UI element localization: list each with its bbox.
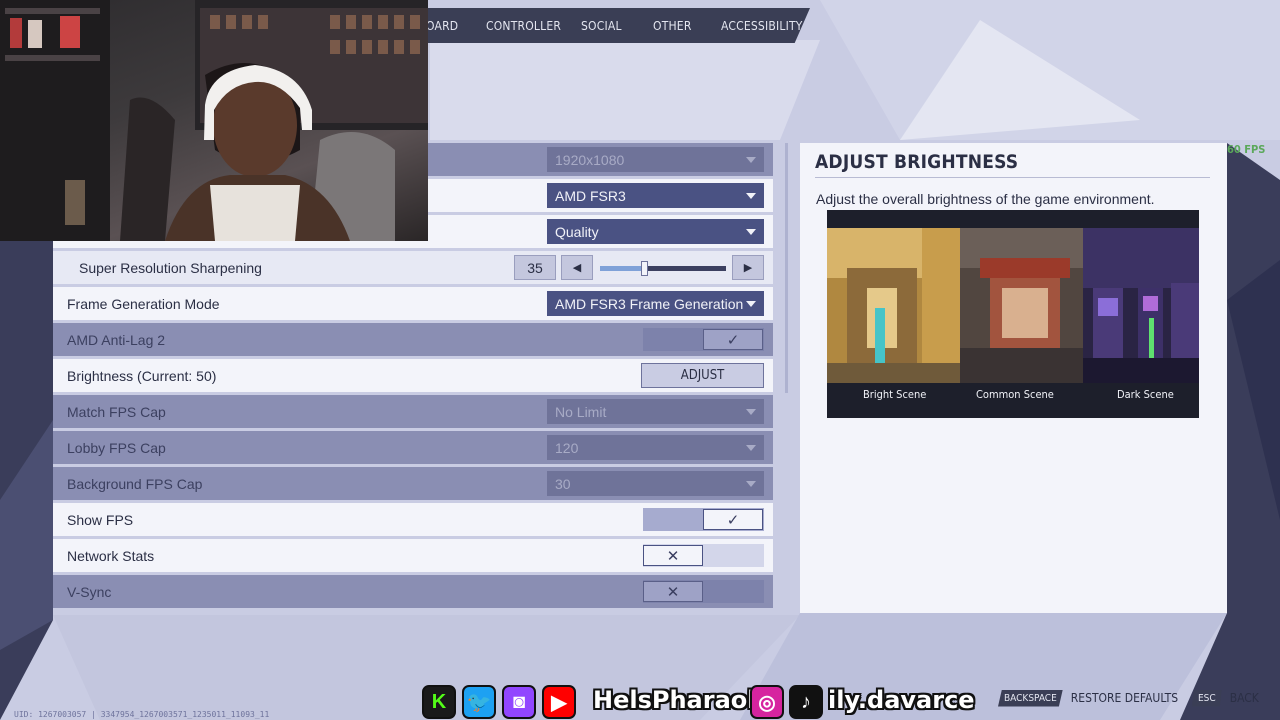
quality-dropdown[interactable]: Quality: [547, 219, 764, 244]
slider-thumb[interactable]: [641, 261, 649, 276]
sharpening-value[interactable]: 35: [514, 255, 556, 280]
backspace-key: BACKSPACE: [998, 689, 1063, 707]
lobby-fps-label: Lobby FPS Cap: [67, 439, 166, 456]
match-fps-dropdown[interactable]: No Limit: [547, 399, 764, 424]
brightness-label: Brightness (Current: 50): [67, 367, 217, 384]
brightness-panel: ADJUST BRIGHTNESS Adjust the overall bri…: [800, 143, 1227, 613]
chevron-down-icon: [746, 409, 756, 415]
setting-frame-gen: Frame Generation Mode AMD FSR3 Frame Gen…: [53, 287, 773, 320]
instagram-icon: ◎: [750, 685, 784, 719]
back-label: BACK: [1229, 691, 1259, 705]
webcam-overlay: [0, 0, 428, 241]
triangle-left-icon: ◀: [572, 262, 582, 274]
setting-match-fps: Match FPS Cap No Limit: [53, 395, 773, 428]
network-stats-toggle[interactable]: ✕: [643, 544, 764, 567]
divider: [815, 177, 1210, 178]
vsync-toggle[interactable]: ✕: [643, 580, 764, 603]
streamer-image: [0, 0, 428, 241]
show-fps-toggle[interactable]: ✓: [643, 508, 764, 531]
frame-gen-label: Frame Generation Mode: [67, 295, 220, 312]
tiktok-icon: ♪: [789, 685, 823, 719]
esc-key: ESC: [1192, 689, 1222, 707]
twitch-icon: ◙: [502, 685, 536, 719]
setting-brightness: Brightness (Current: 50) ADJUST: [53, 359, 773, 392]
settings-scrollbar[interactable]: [785, 143, 788, 393]
setting-sharpening: Super Resolution Sharpening 35 ◀ ▶: [53, 251, 773, 284]
restore-defaults-label: RESTORE DEFAULTS: [1070, 691, 1179, 705]
upscaler-dropdown[interactable]: AMD FSR3: [547, 183, 764, 208]
tab-accessibility[interactable]: ACCESSIBILITY: [721, 19, 803, 33]
kick-icon: K: [422, 685, 456, 719]
sharpening-slider[interactable]: [600, 261, 726, 276]
chevron-down-icon: [746, 481, 756, 487]
chevron-down-icon: [746, 193, 756, 199]
twitter-icon: 🐦: [462, 685, 496, 719]
adjust-brightness-button[interactable]: ADJUST: [641, 363, 764, 388]
dark-scene-label: Dark Scene: [1117, 388, 1174, 401]
slider-fill: [600, 266, 645, 271]
restore-defaults-hint[interactable]: BACKSPACE RESTORE DEFAULTS: [998, 688, 1178, 708]
tab-controller[interactable]: CONTROLLER: [486, 19, 561, 33]
background-fps-label: Background FPS Cap: [67, 475, 203, 492]
dark-scene-image: [1083, 228, 1199, 383]
social-overlay: K 🐦 ◙ ▶ HelsPharaoh ◎ ♪ ily.davarce: [420, 682, 975, 720]
chevron-down-icon: [746, 229, 756, 235]
check-icon: ✓: [703, 329, 763, 350]
show-fps-label: Show FPS: [67, 511, 134, 528]
chevron-down-icon: [746, 301, 756, 307]
anti-lag-toggle[interactable]: ✓: [643, 328, 764, 351]
panel-description: Adjust the overall brightness of the gam…: [816, 191, 1155, 207]
cross-icon: ✕: [643, 545, 703, 566]
triangle-right-icon: ▶: [743, 262, 753, 274]
footer-id: UID: 1267003057 | 3347954_1267003571_123…: [14, 710, 270, 719]
frame-gen-dropdown[interactable]: AMD FSR3 Frame Generation: [547, 291, 764, 316]
common-scene-label: Common Scene: [976, 388, 1054, 401]
tab-keyboard[interactable]: OARD: [426, 19, 458, 33]
tab-other[interactable]: OTHER: [653, 19, 692, 33]
chevron-down-icon: [746, 445, 756, 451]
setting-vsync: V-Sync ✕: [53, 575, 773, 608]
chevron-down-icon: [746, 157, 756, 163]
sharpening-label: Super Resolution Sharpening: [79, 259, 262, 276]
setting-anti-lag: AMD Anti-Lag 2 ✓: [53, 323, 773, 356]
common-scene-image: [960, 228, 1085, 383]
social-handle-main: HelsPharaoh: [593, 686, 765, 714]
check-icon: ✓: [703, 509, 763, 530]
sharpening-decrease-button[interactable]: ◀: [561, 255, 593, 280]
background-fps-dropdown[interactable]: 30: [547, 471, 764, 496]
match-fps-label: Match FPS Cap: [67, 403, 166, 420]
fps-counter: 60 FPS: [1227, 143, 1266, 156]
resolution-dropdown[interactable]: 1920x1080: [547, 147, 764, 172]
network-stats-label: Network Stats: [67, 547, 155, 564]
anti-lag-label: AMD Anti-Lag 2: [67, 331, 166, 348]
vsync-label: V-Sync: [67, 583, 112, 600]
social-handle-secondary: ily.davarce: [828, 686, 975, 714]
cross-icon: ✕: [643, 581, 703, 602]
lobby-fps-dropdown[interactable]: 120: [547, 435, 764, 460]
sharpening-increase-button[interactable]: ▶: [732, 255, 764, 280]
setting-network-stats: Network Stats ✕: [53, 539, 773, 572]
bright-scene-image: [827, 228, 962, 383]
setting-show-fps: Show FPS ✓: [53, 503, 773, 536]
bright-scene-label: Bright Scene: [863, 388, 927, 401]
tab-social[interactable]: SOCIAL: [581, 19, 622, 33]
panel-title: ADJUST BRIGHTNESS: [815, 151, 1019, 173]
brightness-preview: Bright Scene Common Scene Dark Scene: [827, 210, 1199, 418]
back-hint[interactable]: ESC BACK: [1192, 688, 1259, 708]
setting-background-fps: Background FPS Cap 30: [53, 467, 773, 500]
setting-lobby-fps: Lobby FPS Cap 120: [53, 431, 773, 464]
youtube-icon: ▶: [542, 685, 576, 719]
